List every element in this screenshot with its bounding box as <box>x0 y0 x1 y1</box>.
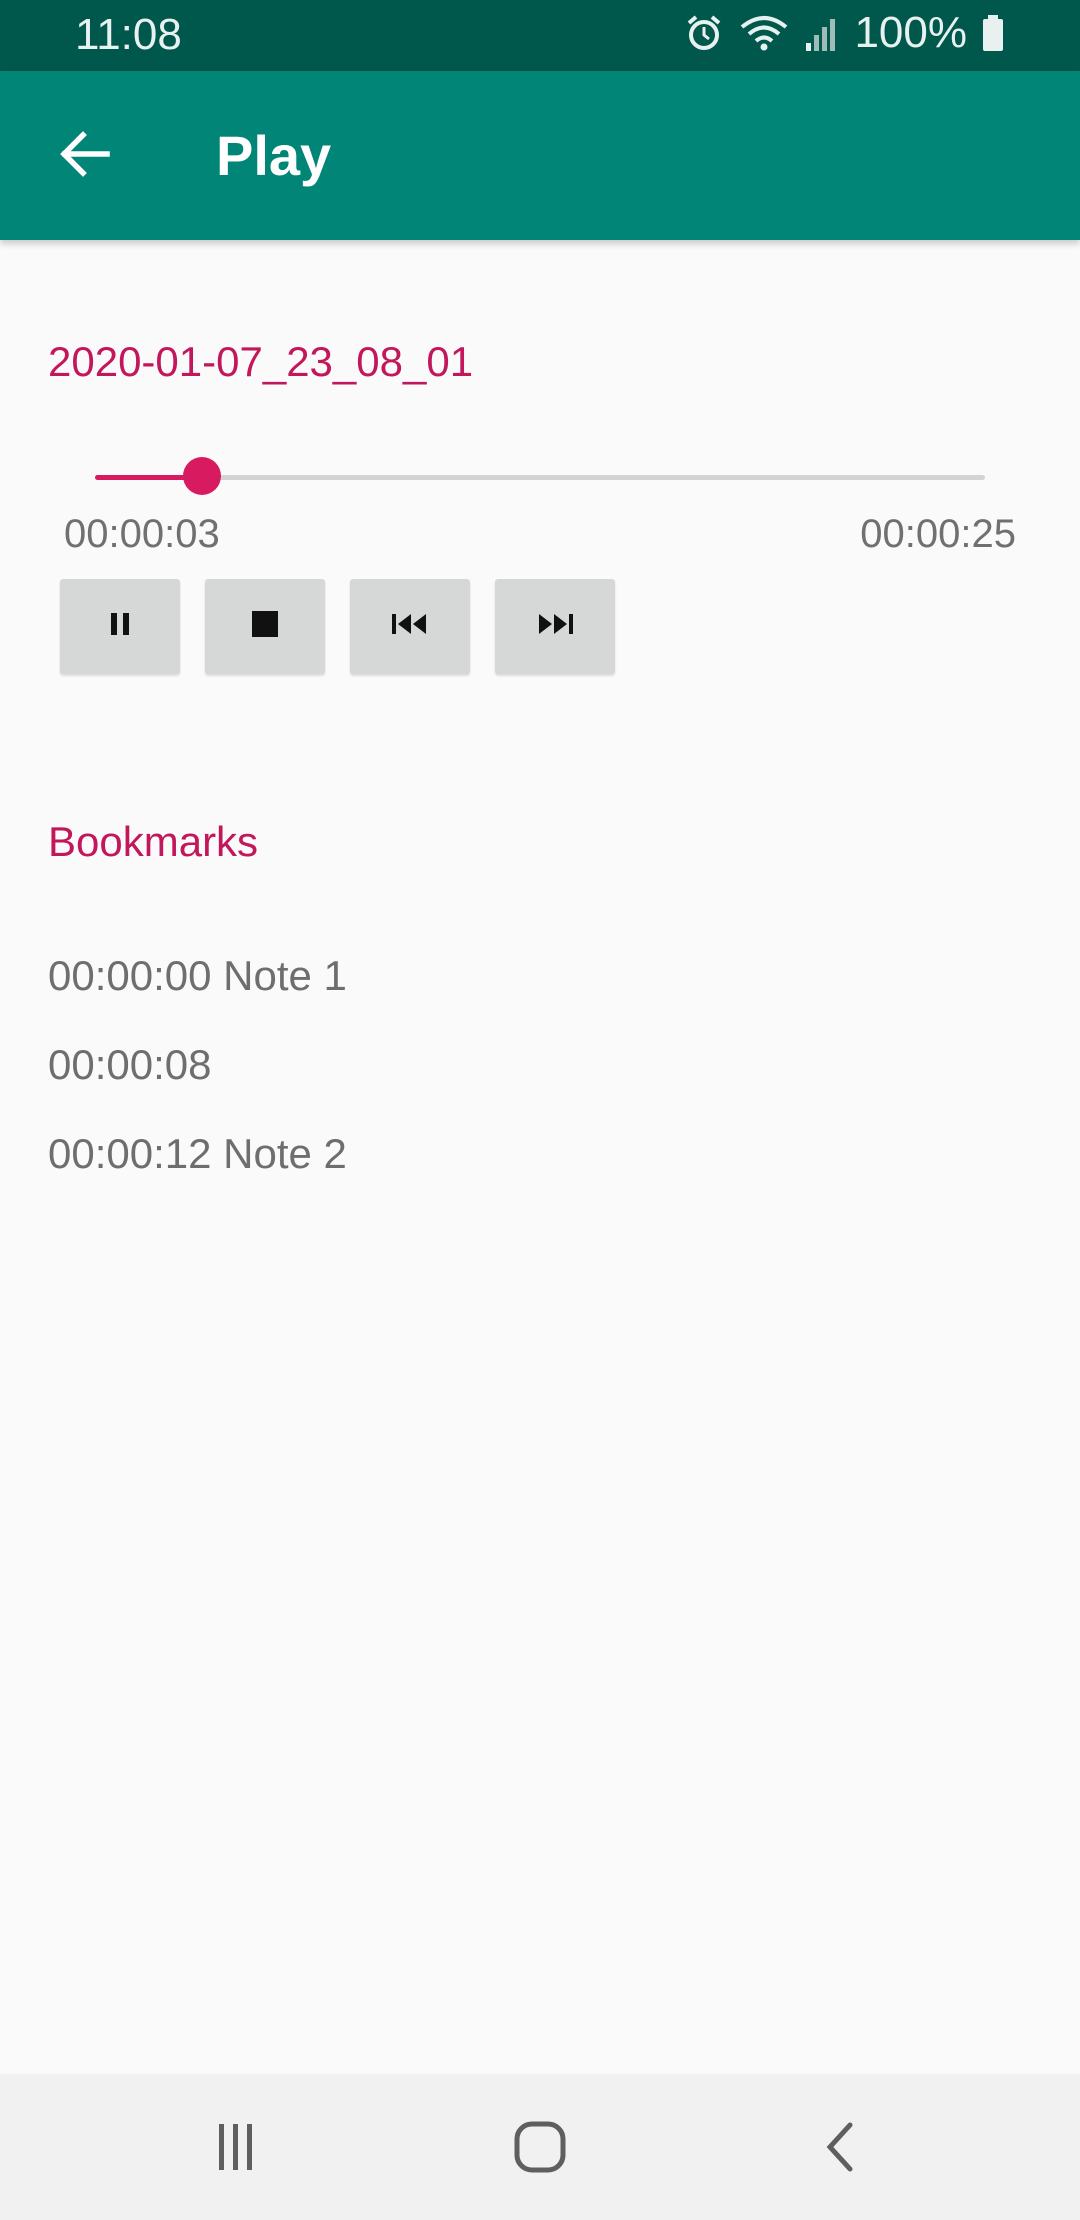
bookmark-item[interactable]: 00:00:08 <box>48 1039 347 1128</box>
recent-apps-icon <box>211 2122 261 2177</box>
recording-file-name: 2020-01-07_23_08_01 <box>48 338 474 385</box>
bookmarks-header: Bookmarks <box>48 818 259 865</box>
bookmark-item[interactable]: 00:00:00 Note 1 <box>48 950 347 1039</box>
status-icons: 100% <box>684 8 1005 58</box>
back-button[interactable] <box>40 111 130 201</box>
home-icon <box>512 2119 568 2180</box>
pause-button[interactable] <box>60 579 180 674</box>
total-time: 00:00:25 <box>860 512 1016 556</box>
seek-thumb[interactable] <box>182 457 221 495</box>
bookmark-item[interactable]: 00:00:12 Note 2 <box>48 1128 347 1217</box>
screen: 11:08 100% Play 2020-01-07_23_08_01 00:0… <box>0 0 1080 2220</box>
bookmark-list: 00:00:00 Note 1 00:00:08 00:00:12 Note 2 <box>48 950 347 1217</box>
skip-previous-icon <box>390 611 430 642</box>
battery-icon <box>981 13 1005 53</box>
app-bar: Play <box>0 71 1080 240</box>
next-button[interactable] <box>495 579 615 674</box>
alarm-icon <box>684 13 724 53</box>
arrow-left-icon <box>57 126 113 187</box>
playback-controls <box>60 579 615 674</box>
stop-icon <box>250 609 280 644</box>
signal-icon <box>804 13 840 53</box>
back-icon <box>820 2119 860 2180</box>
current-time: 00:00:03 <box>64 512 220 556</box>
recent-apps-button[interactable] <box>196 2114 276 2184</box>
page-title: Play <box>216 124 332 187</box>
seek-bar[interactable] <box>95 455 985 499</box>
system-back-button[interactable] <box>800 2114 880 2184</box>
battery-percentage: 100% <box>854 8 967 57</box>
status-bar: 11:08 100% <box>0 0 1080 71</box>
system-nav-bar <box>0 2074 1080 2220</box>
home-button[interactable] <box>500 2114 580 2184</box>
skip-next-icon <box>535 611 575 642</box>
pause-icon <box>105 609 135 644</box>
previous-button[interactable] <box>350 579 470 674</box>
seek-track <box>95 475 985 480</box>
status-time: 11:08 <box>75 10 182 59</box>
stop-button[interactable] <box>205 579 325 674</box>
wifi-icon <box>738 13 790 53</box>
